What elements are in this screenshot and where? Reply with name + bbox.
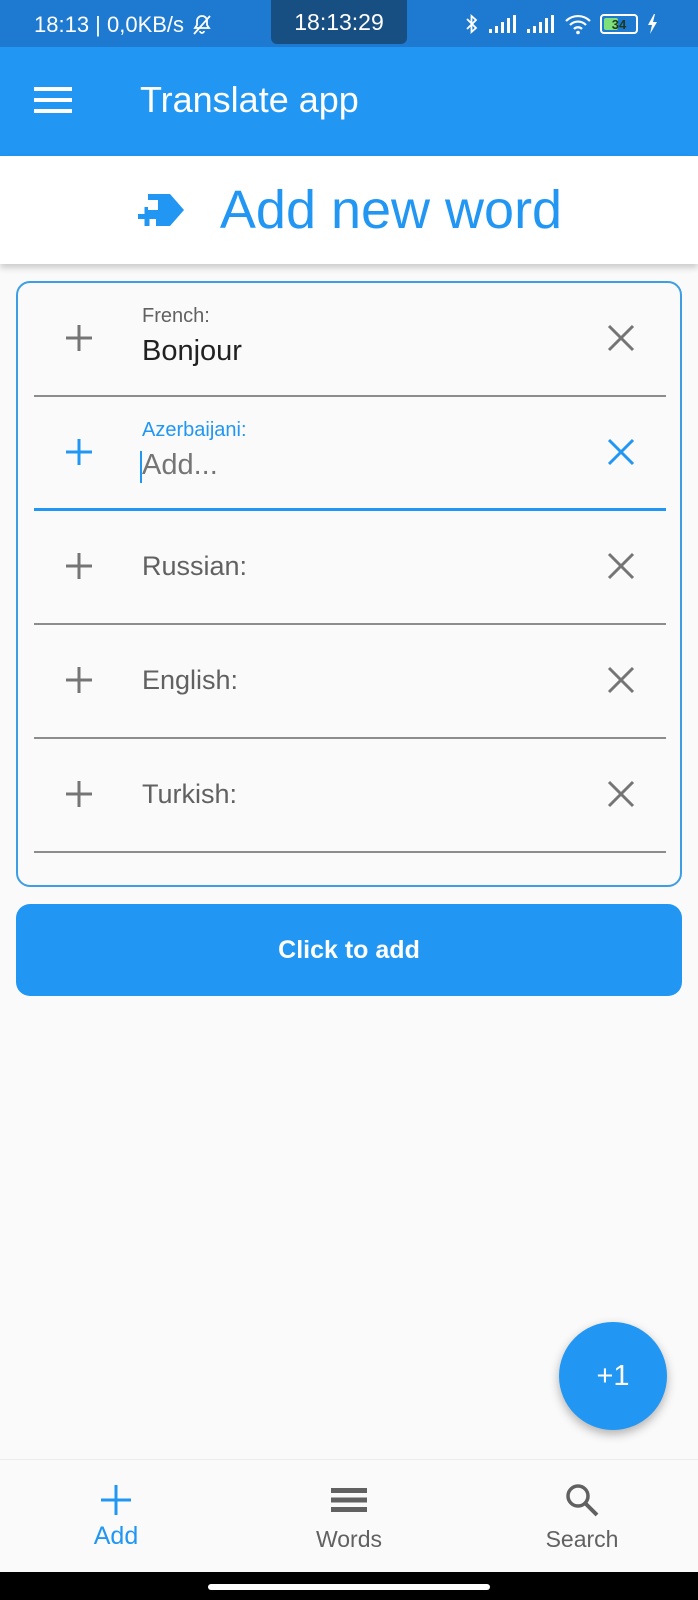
nav-item-add[interactable]: Add bbox=[0, 1460, 232, 1573]
close-icon[interactable] bbox=[606, 779, 636, 809]
bottom-navigation: Add Words Search bbox=[0, 1459, 698, 1572]
page-header: Add new word bbox=[0, 156, 698, 264]
field-label[interactable]: Turkish: bbox=[142, 779, 237, 810]
field-value[interactable]: Bonjour bbox=[142, 335, 242, 368]
field-label: Azerbaijani: bbox=[142, 419, 247, 441]
nav-label: Words bbox=[315, 1526, 383, 1552]
home-gesture-pill[interactable] bbox=[208, 1584, 490, 1590]
plus-one-fab[interactable]: +1 bbox=[559, 1322, 667, 1430]
plus-icon[interactable] bbox=[64, 323, 94, 353]
status-left: 18:13 | 0,0KB/s bbox=[34, 12, 214, 38]
status-clock: 18:13:29 bbox=[271, 0, 407, 44]
close-icon[interactable] bbox=[606, 665, 636, 695]
signal-icon bbox=[489, 15, 516, 33]
plus-icon[interactable] bbox=[64, 665, 94, 695]
menu-icon[interactable] bbox=[34, 85, 72, 115]
page-title: Add new word bbox=[219, 180, 563, 240]
close-icon[interactable] bbox=[606, 437, 636, 467]
close-icon[interactable] bbox=[606, 323, 636, 353]
gesture-bar bbox=[0, 1572, 698, 1600]
app-title: Translate app bbox=[140, 79, 359, 120]
nav-item-words[interactable]: Words bbox=[233, 1460, 465, 1573]
field-label[interactable]: Russian: bbox=[142, 551, 247, 582]
plus-icon[interactable] bbox=[64, 779, 94, 809]
plus-icon[interactable] bbox=[64, 551, 94, 581]
bluetooth-icon bbox=[466, 13, 478, 35]
wifi-icon bbox=[565, 14, 591, 35]
status-right: 34 bbox=[464, 12, 658, 36]
bell-off-icon bbox=[193, 15, 211, 35]
app-screen: 18:13 | 0,0KB/s 18:13:29 34 Translate ap… bbox=[0, 0, 698, 1600]
nav-label: Search bbox=[545, 1526, 619, 1552]
new-label-icon bbox=[137, 194, 184, 226]
charging-icon bbox=[648, 14, 657, 34]
battery-indicator: 34 bbox=[600, 14, 638, 34]
nav-label: Add bbox=[93, 1522, 139, 1550]
plus-icon[interactable] bbox=[64, 437, 94, 467]
field-label: French: bbox=[142, 305, 210, 327]
language-row-azerbaijani[interactable]: Azerbaijani: Add... bbox=[34, 397, 666, 511]
field-input[interactable]: Add... bbox=[142, 449, 218, 482]
nav-item-search[interactable]: Search bbox=[466, 1460, 698, 1573]
plus-icon bbox=[101, 1485, 131, 1515]
language-row-russian[interactable]: Russian: bbox=[34, 511, 666, 625]
language-row-english[interactable]: English: bbox=[34, 625, 666, 739]
list-icon bbox=[331, 1488, 367, 1512]
word-form-card: French: Bonjour Azerbaijani: Add... Russ… bbox=[16, 281, 682, 887]
status-bar: 18:13 | 0,0KB/s 18:13:29 34 bbox=[0, 0, 698, 47]
battery-level: 34 bbox=[611, 16, 627, 32]
app-bar: Translate app bbox=[0, 47, 698, 156]
close-icon[interactable] bbox=[606, 551, 636, 581]
field-label[interactable]: English: bbox=[142, 665, 238, 696]
search-icon bbox=[566, 1484, 599, 1517]
click-to-add-button[interactable]: Click to add bbox=[16, 904, 682, 996]
status-time-speed: 18:13 | 0,0KB/s bbox=[34, 12, 185, 37]
language-row-french[interactable]: French: Bonjour bbox=[34, 283, 666, 397]
language-row-turkish[interactable]: Turkish: bbox=[34, 739, 666, 853]
signal-icon-2 bbox=[527, 15, 554, 33]
